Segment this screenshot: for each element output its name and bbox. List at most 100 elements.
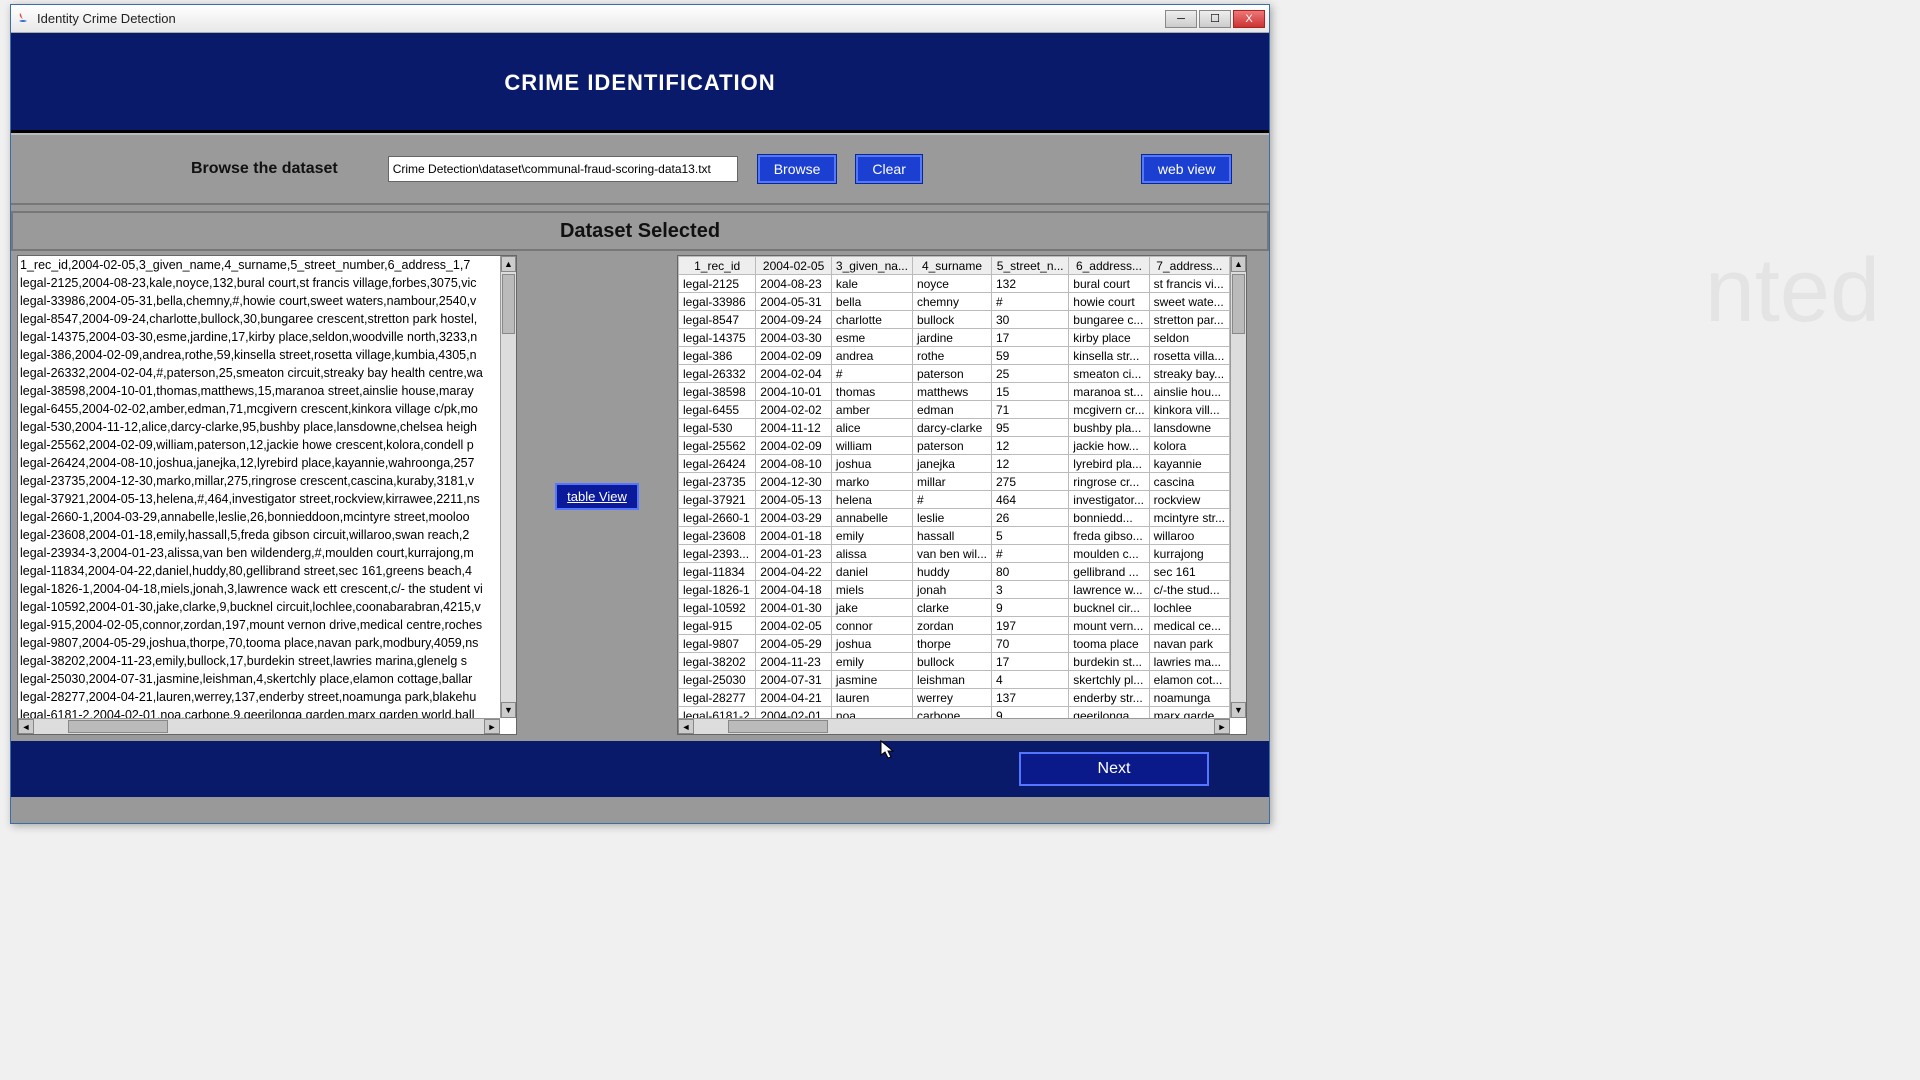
table-row[interactable]: legal-1826-12004-04-18mielsjonah3lawrenc… <box>679 581 1230 599</box>
column-header[interactable]: 6_address... <box>1069 257 1149 275</box>
table-row[interactable]: legal-382022004-11-23emilybullock17burde… <box>679 653 1230 671</box>
table-cell: 2004-04-21 <box>756 689 832 707</box>
dataset-path-input[interactable] <box>388 156 738 182</box>
table-cell: huddy <box>912 563 991 581</box>
table-cell: joshua <box>831 455 912 473</box>
raw-line: legal-23934-3,2004-01-23,alissa,van ben … <box>20 544 514 562</box>
table-cell: navan park <box>1149 635 1229 653</box>
column-header[interactable]: 2004-02-05 <box>756 257 832 275</box>
next-button[interactable]: Next <box>1019 752 1209 786</box>
table-row[interactable]: legal-105922004-01-30jakeclarke9bucknel … <box>679 599 1230 617</box>
scroll-up-arrow-icon[interactable]: ▲ <box>501 256 516 272</box>
scroll-thumb[interactable] <box>1232 274 1245 334</box>
table-cell: legal-9807 <box>679 635 756 653</box>
table-view-button[interactable]: table View <box>555 483 639 510</box>
table-cell: willaroo <box>1149 527 1229 545</box>
scroll-thumb[interactable] <box>68 720 168 733</box>
table-row[interactable]: legal-339862004-05-31bellachemny#howie c… <box>679 293 1230 311</box>
table-row[interactable]: legal-64552004-02-02amberedman71mcgivern… <box>679 401 1230 419</box>
table-row[interactable]: legal-9152004-02-05connorzordan197mount … <box>679 617 1230 635</box>
table-cell: 197 <box>992 617 1069 635</box>
table-cell: amber <box>831 401 912 419</box>
table-cell: lyrebird pla... <box>1069 455 1149 473</box>
scroll-thumb[interactable] <box>728 720 828 733</box>
table-cell: legal-6455 <box>679 401 756 419</box>
scroll-up-arrow-icon[interactable]: ▲ <box>1231 256 1246 272</box>
table-row[interactable]: legal-2393...2004-01-23alissavan ben wil… <box>679 545 1230 563</box>
table-cell: seldon <box>1149 329 1229 347</box>
table-row[interactable]: legal-263322004-02-04#paterson25smeaton … <box>679 365 1230 383</box>
table-cell: carbone <box>912 707 991 719</box>
table-cell: janejka <box>912 455 991 473</box>
table-cell: jake <box>831 599 912 617</box>
scroll-right-arrow-icon[interactable]: ► <box>484 719 500 734</box>
table-row[interactable]: legal-237352004-12-30markomillar275ringr… <box>679 473 1230 491</box>
browse-button[interactable]: Browse <box>758 155 837 183</box>
web-view-button[interactable]: web view <box>1142 155 1232 183</box>
table-horizontal-scrollbar[interactable]: ◄ ► <box>678 718 1230 734</box>
close-button[interactable]: X <box>1233 10 1265 28</box>
table-row[interactable]: legal-282772004-04-21laurenwerrey137ende… <box>679 689 1230 707</box>
content-row: 1_rec_id,2004-02-05,3_given_name,4_surna… <box>11 251 1269 741</box>
table-cell: streaky bay... <box>1149 365 1229 383</box>
scroll-left-arrow-icon[interactable]: ◄ <box>678 719 694 734</box>
window-title: Identity Crime Detection <box>37 11 176 26</box>
scroll-thumb[interactable] <box>502 274 515 334</box>
clear-button[interactable]: Clear <box>856 155 921 183</box>
raw-line: legal-386,2004-02-09,andrea,rothe,59,kin… <box>20 346 514 364</box>
table-cell: 2004-04-22 <box>756 563 832 581</box>
table-cell: kale <box>831 275 912 293</box>
scroll-down-arrow-icon[interactable]: ▼ <box>1231 702 1246 718</box>
table-row[interactable]: legal-5302004-11-12alicedarcy-clarke95bu… <box>679 419 1230 437</box>
column-header[interactable]: 3_given_na... <box>831 257 912 275</box>
table-cell: legal-25562 <box>679 437 756 455</box>
raw-text-content[interactable]: 1_rec_id,2004-02-05,3_given_name,4_surna… <box>18 256 516 734</box>
table-cell: bushby pla... <box>1069 419 1149 437</box>
table-row[interactable]: legal-143752004-03-30esmejardine17kirby … <box>679 329 1230 347</box>
table-cell: st francis vi... <box>1149 275 1229 293</box>
raw-horizontal-scrollbar[interactable]: ◄ ► <box>18 718 500 734</box>
table-row[interactable]: legal-6181-22004-02-01noacarbone9geerilo… <box>679 707 1230 719</box>
column-header[interactable]: 4_surname <box>912 257 991 275</box>
table-cell: millar <box>912 473 991 491</box>
column-header[interactable]: 7_address... <box>1149 257 1229 275</box>
table-cell: 12 <box>992 437 1069 455</box>
scroll-down-arrow-icon[interactable]: ▼ <box>501 702 516 718</box>
scroll-left-arrow-icon[interactable]: ◄ <box>18 719 34 734</box>
maximize-button[interactable]: ☐ <box>1199 10 1231 28</box>
banner-title: CRIME IDENTIFICATION <box>504 70 775 96</box>
minimize-button[interactable]: ─ <box>1165 10 1197 28</box>
table-header-row: 1_rec_id2004-02-053_given_na...4_surname… <box>679 257 1230 275</box>
titlebar[interactable]: Identity Crime Detection ─ ☐ X <box>11 5 1269 33</box>
table-cell: gellibrand ... <box>1069 563 1149 581</box>
table-row[interactable]: legal-85472004-09-24charlottebullock30bu… <box>679 311 1230 329</box>
table-row[interactable]: legal-2660-12004-03-29annabelleleslie26b… <box>679 509 1230 527</box>
table-row[interactable]: legal-255622004-02-09williampaterson12ja… <box>679 437 1230 455</box>
table-row[interactable]: legal-3862004-02-09andrearothe59kinsella… <box>679 347 1230 365</box>
table-cell: annabelle <box>831 509 912 527</box>
java-icon <box>15 11 31 27</box>
table-cell: 25 <box>992 365 1069 383</box>
table-row[interactable]: legal-379212004-05-13helena#464investiga… <box>679 491 1230 509</box>
column-header[interactable]: 5_street_n... <box>992 257 1069 275</box>
table-row[interactable]: legal-250302004-07-31jasmineleishman4ske… <box>679 671 1230 689</box>
table-row[interactable]: legal-236082004-01-18emilyhassall5freda … <box>679 527 1230 545</box>
table-row[interactable]: legal-21252004-08-23kalenoyce132bural co… <box>679 275 1230 293</box>
table-cell: freda gibso... <box>1069 527 1149 545</box>
table-cell: jasmine <box>831 671 912 689</box>
table-cell: legal-38598 <box>679 383 756 401</box>
raw-vertical-scrollbar[interactable]: ▲ ▼ <box>500 256 516 718</box>
table-cell: legal-915 <box>679 617 756 635</box>
raw-line: legal-9807,2004-05-29,joshua,thorpe,70,t… <box>20 634 514 652</box>
table-row[interactable]: legal-264242004-08-10joshuajanejka12lyre… <box>679 455 1230 473</box>
scroll-right-arrow-icon[interactable]: ► <box>1214 719 1230 734</box>
data-table[interactable]: 1_rec_id2004-02-053_given_na...4_surname… <box>678 256 1230 718</box>
table-row[interactable]: legal-385982004-10-01thomasmatthews15mar… <box>679 383 1230 401</box>
table-vertical-scrollbar[interactable]: ▲ ▼ <box>1230 256 1246 718</box>
table-row[interactable]: legal-118342004-04-22danielhuddy80gellib… <box>679 563 1230 581</box>
table-cell: helena <box>831 491 912 509</box>
table-cell: chemny <box>912 293 991 311</box>
column-header[interactable]: 1_rec_id <box>679 257 756 275</box>
table-row[interactable]: legal-98072004-05-29joshuathorpe70tooma … <box>679 635 1230 653</box>
table-cell: enderby str... <box>1069 689 1149 707</box>
